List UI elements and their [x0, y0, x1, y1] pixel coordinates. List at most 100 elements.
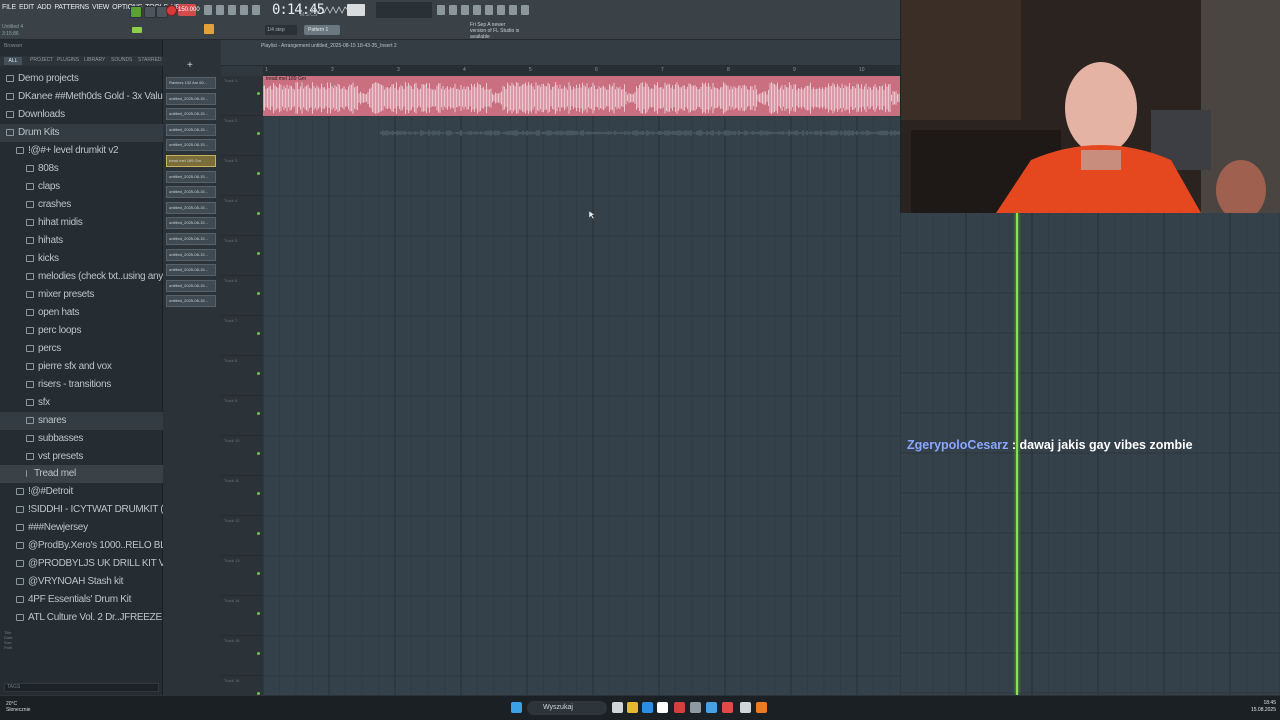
track-enable-led[interactable]: [257, 492, 260, 495]
track-enable-led[interactable]: [257, 652, 260, 655]
clip-source-item[interactable]: untitled_2025-08-15...: [166, 92, 216, 105]
track-enable-led[interactable]: [257, 412, 260, 415]
weather-widget[interactable]: 20°C Słonecznie: [6, 701, 30, 713]
browser-tab-sounds[interactable]: SOUNDS: [111, 57, 132, 63]
fl-studio-icon[interactable]: [756, 702, 767, 713]
master-volume-icon[interactable]: [132, 27, 142, 33]
browser-folder-item[interactable]: 808s: [0, 160, 163, 178]
update-hint[interactable]: Fri Sep A newer version of FL Studio is …: [470, 22, 522, 40]
piano-roll-icon[interactable]: [461, 5, 469, 15]
clip-source-item[interactable]: untitled_2025-08-15...: [166, 139, 216, 152]
pattern-song-icon[interactable]: [204, 24, 214, 34]
file-explorer-icon[interactable]: [627, 702, 638, 713]
browser-folder-item[interactable]: @PRODBYLJS UK DRILL KIT VACCINE: [0, 555, 163, 573]
track-enable-led[interactable]: [257, 452, 260, 455]
task-view-icon[interactable]: [612, 702, 623, 713]
edge-icon[interactable]: [642, 702, 653, 713]
browser-folder-item[interactable]: percs: [0, 340, 163, 358]
browser-folder-item[interactable]: DKanee ##Meth0ds Gold - 3x Value Collect…: [0, 88, 163, 106]
track-header[interactable]: Track 6: [221, 276, 263, 316]
menu-item-file[interactable]: FILE: [2, 4, 16, 11]
track-header[interactable]: Track 8: [221, 356, 263, 396]
browser-folder-item[interactable]: ATL Culture Vol. 2 Dr..JFREEZE & Mike Fu…: [0, 609, 163, 627]
record-button[interactable]: [166, 5, 177, 16]
track-header[interactable]: Track 2: [221, 116, 263, 156]
browser-folder-item[interactable]: vst presets: [0, 448, 163, 466]
play-button[interactable]: [130, 6, 142, 18]
track-header[interactable]: Track 15: [221, 636, 263, 676]
browser-folder-item[interactable]: snares: [0, 412, 163, 430]
browser-folder-item[interactable]: sfx: [0, 394, 163, 412]
audio-clip[interactable]: tread mel 189 Gm: [263, 76, 900, 116]
clip-source-item[interactable]: untitled_2025-08-15...: [166, 217, 216, 230]
clip-source-item[interactable]: untitled_2025-08-15...: [166, 123, 216, 136]
track-header[interactable]: Track 7: [221, 316, 263, 356]
playhead-marker[interactable]: [1016, 213, 1018, 695]
plugin-icon[interactable]: [497, 5, 505, 15]
browser-folder-item[interactable]: !@#Detroit: [0, 483, 163, 501]
track-header[interactable]: Track 1: [221, 76, 263, 116]
browser-folder-item[interactable]: !SIDDHI - ICYTWAT DRUMKIT (@SIMON): [0, 501, 163, 519]
app-icon[interactable]: [722, 702, 733, 713]
clip-source-item[interactable]: untitled_2025-08-15...: [166, 170, 216, 183]
browser-tab-starred[interactable]: STARRED: [138, 57, 162, 63]
track-header[interactable]: Track 4: [221, 196, 263, 236]
channel-rack-icon[interactable]: [473, 5, 481, 15]
clip-source-item[interactable]: Ravines 132 Am 60...: [166, 77, 216, 89]
menu-item-edit[interactable]: EDIT: [19, 4, 34, 11]
track-enable-led[interactable]: [257, 532, 260, 535]
track-enable-led[interactable]: [257, 332, 260, 335]
track-enable-led[interactable]: [257, 372, 260, 375]
metronome-icon[interactable]: [204, 5, 212, 15]
track-header[interactable]: Track 5: [221, 236, 263, 276]
menu-item-view[interactable]: VIEW: [92, 4, 109, 11]
clip-source-item[interactable]: untitled_2025-08-15...: [166, 295, 216, 308]
countdown-icon[interactable]: [228, 5, 236, 15]
browser-folder-item[interactable]: risers - transitions: [0, 376, 163, 394]
browser-folder-item[interactable]: @VRYNOAH Stash kit: [0, 573, 163, 591]
track-header[interactable]: Track 11: [221, 476, 263, 516]
track-header[interactable]: Track 12: [221, 516, 263, 556]
tempo-display[interactable]: 150.000: [178, 4, 200, 16]
clip-source-item[interactable]: untitled_2025-08-15...: [166, 264, 216, 277]
taskbar-search[interactable]: Wyszukaj: [527, 701, 607, 715]
browser-tab-library[interactable]: LIBRARY: [84, 57, 105, 63]
track-header[interactable]: Track 13: [221, 556, 263, 596]
wait-icon[interactable]: [216, 5, 224, 15]
browser-folder-item[interactable]: pierre sfx and vox: [0, 358, 163, 376]
clip-source-item[interactable]: untitled_2025-08-15...: [166, 186, 216, 199]
track-enable-led[interactable]: [257, 132, 260, 135]
clip-source-item[interactable]: untitled_2025-08-15...: [166, 279, 216, 292]
clip-source-item[interactable]: tread mel 189 Gm: [166, 155, 216, 167]
browser-folder-item[interactable]: kicks: [0, 250, 163, 268]
browser-folder-item[interactable]: melodies (check txt..using any of these): [0, 268, 163, 286]
track-header[interactable]: Track 14: [221, 596, 263, 636]
browser-folder-item[interactable]: mixer presets: [0, 286, 163, 304]
browser-tab-project[interactable]: PROJECT: [30, 57, 53, 63]
browser-folder-item[interactable]: ###Newjersey: [0, 519, 163, 537]
mic-icon[interactable]: [509, 5, 517, 15]
pattern-select[interactable]: Pattern 1: [304, 25, 340, 35]
track-enable-led[interactable]: [257, 172, 260, 175]
track-header[interactable]: Track 9: [221, 396, 263, 436]
browser-folder-item[interactable]: Demo projects: [0, 70, 163, 88]
loop-record-icon[interactable]: [240, 5, 248, 15]
track-header[interactable]: Track 3: [221, 156, 263, 196]
menu-item-patterns[interactable]: PATTERNS: [54, 4, 89, 11]
clip-source-item[interactable]: untitled_2025-08-15...: [166, 233, 216, 245]
app-icon[interactable]: [740, 702, 751, 713]
menu-item-add[interactable]: ADD: [37, 4, 51, 11]
track-enable-led[interactable]: [257, 252, 260, 255]
browser-folder-item[interactable]: !@#+ level drumkit v2: [0, 142, 163, 160]
track-enable-led[interactable]: [257, 92, 260, 95]
browser-folder-item[interactable]: claps: [0, 178, 163, 196]
clip-source-item[interactable]: untitled_2025-08-15...: [166, 201, 216, 214]
track-enable-led[interactable]: [257, 292, 260, 295]
arrangement-grid[interactable]: tread mel 189 Gm: [263, 76, 900, 695]
browser-folder-item[interactable]: Drum Kits: [0, 124, 163, 142]
app-icon[interactable]: [706, 702, 717, 713]
blend-icon[interactable]: [252, 5, 260, 15]
browser-file-item[interactable]: Tread mel: [0, 465, 163, 483]
browser-icon[interactable]: [437, 5, 445, 15]
track-enable-led[interactable]: [257, 612, 260, 615]
